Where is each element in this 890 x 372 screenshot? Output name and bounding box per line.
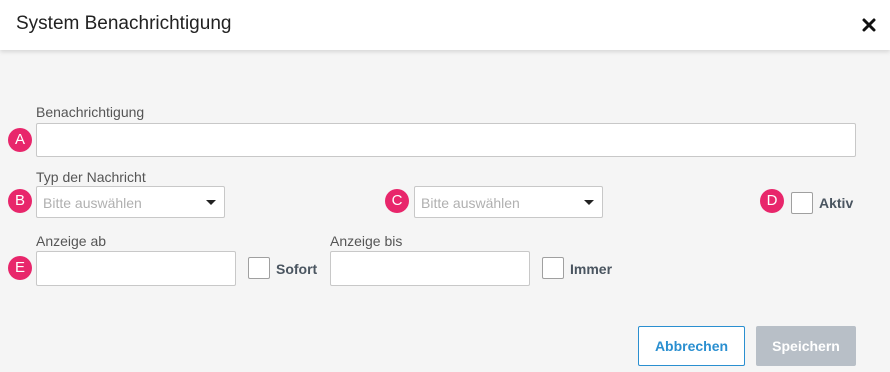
chevron-down-icon [206,200,216,205]
show-from-input[interactable] [36,251,236,286]
always-checkbox[interactable] [542,257,564,279]
message-type-select-placeholder: Bitte auswählen [43,195,142,211]
annotation-badge-c: C [385,189,409,213]
chevron-down-icon [584,200,594,205]
immediately-label: Sofort [276,261,318,277]
show-from-label: Anzeige ab [36,233,107,249]
secondary-select[interactable]: Bitte auswählen [414,186,603,218]
always-label: Immer [570,261,613,277]
cancel-button[interactable]: Abbrechen [638,326,745,366]
annotation-badge-d: D [760,189,784,213]
save-button[interactable]: Speichern [756,326,856,366]
active-checkbox[interactable] [791,192,813,214]
close-icon[interactable] [858,14,880,36]
dialog-title: System Benachrichtigung [16,13,232,34]
dialog-header: System Benachrichtigung [0,0,890,50]
active-label: Aktiv [819,195,854,211]
message-type-label: Typ der Nachricht [36,169,146,185]
immediately-checkbox[interactable] [248,257,270,279]
show-until-label: Anzeige bis [330,233,403,249]
annotation-badge-a: A [8,128,32,152]
message-type-select[interactable]: Bitte auswählen [36,186,225,218]
secondary-select-placeholder: Bitte auswählen [421,195,520,211]
annotation-badge-e: E [8,256,32,280]
show-until-input[interactable] [330,251,530,286]
message-input[interactable] [36,123,856,157]
annotation-badge-b: B [8,189,32,213]
message-label: Benachrichtigung [36,104,145,120]
